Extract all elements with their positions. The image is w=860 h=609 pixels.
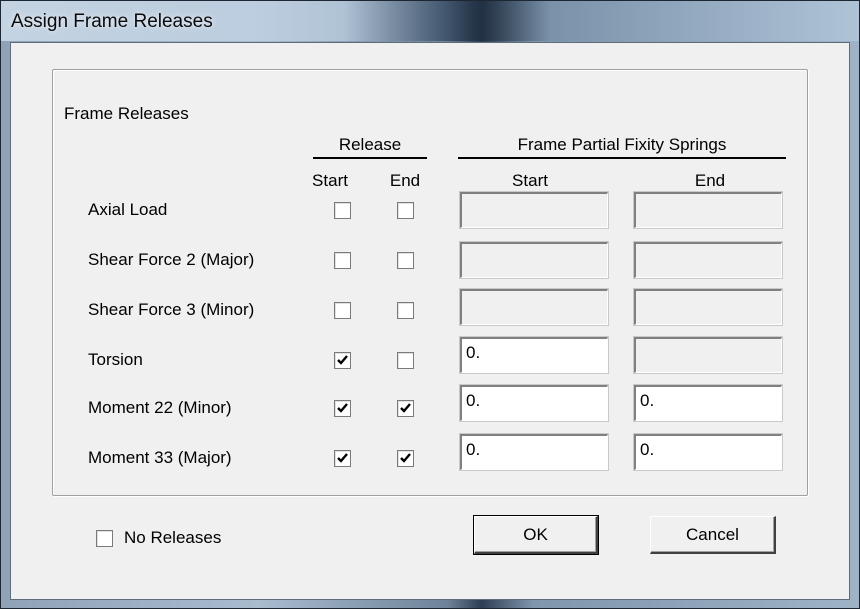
spring-start-field	[459, 191, 609, 229]
release-header-underline	[313, 157, 427, 159]
check-icon	[337, 355, 348, 365]
check-icon	[400, 453, 411, 463]
release-start-checkbox[interactable]	[334, 400, 351, 417]
release-start-checkbox[interactable]	[334, 352, 351, 369]
release-start-header: Start	[312, 171, 348, 190]
springs-header: Frame Partial Fixity Springs	[517, 135, 727, 154]
release-start-checkbox[interactable]	[334, 252, 351, 269]
release-end-checkbox[interactable]	[397, 202, 414, 219]
release-header: Release	[338, 135, 402, 154]
springs-header-underline	[458, 157, 786, 159]
row-label: Axial Load	[88, 200, 168, 219]
cancel-button[interactable]: Cancel	[650, 516, 776, 554]
frame-releases-group-title: Frame Releases	[63, 104, 191, 124]
check-icon	[337, 453, 348, 463]
release-end-header: End	[389, 171, 421, 190]
window-title: Assign Frame Releases	[11, 11, 213, 32]
spring-end-field	[633, 288, 783, 326]
springs-start-header: Start	[512, 171, 548, 190]
row-label: Torsion	[88, 350, 143, 369]
ok-button-label: OK	[523, 524, 548, 544]
spring-end-field	[633, 241, 783, 279]
title-bar[interactable]: Assign Frame Releases	[1, 1, 859, 41]
release-start-checkbox[interactable]	[334, 202, 351, 219]
spring-end-field	[633, 191, 783, 229]
spring-start-field	[459, 288, 609, 326]
no-releases-checkbox[interactable]	[96, 530, 113, 547]
release-start-checkbox[interactable]	[334, 302, 351, 319]
spring-start-field[interactable]: 0.	[459, 433, 609, 471]
release-end-checkbox[interactable]	[397, 450, 414, 467]
row-label: Moment 33 (Major)	[88, 448, 232, 467]
check-icon	[400, 403, 411, 413]
row-label: Moment 22 (Minor)	[88, 398, 232, 417]
row-label: Shear Force 2 (Major)	[88, 250, 255, 269]
release-end-checkbox[interactable]	[397, 400, 414, 417]
spring-start-field[interactable]: 0.	[459, 384, 609, 422]
spring-end-field[interactable]: 0.	[633, 433, 783, 471]
spring-end-field[interactable]: 0.	[633, 384, 783, 422]
springs-end-header: End	[694, 171, 726, 190]
spring-end-field	[633, 336, 783, 374]
spring-start-field	[459, 241, 609, 279]
release-end-checkbox[interactable]	[397, 352, 414, 369]
cancel-button-label: Cancel	[686, 524, 739, 544]
release-end-checkbox[interactable]	[397, 302, 414, 319]
release-end-checkbox[interactable]	[397, 252, 414, 269]
no-releases-label: No Releases	[124, 528, 222, 547]
spring-start-field[interactable]: 0.	[459, 336, 609, 374]
release-start-checkbox[interactable]	[334, 450, 351, 467]
row-label: Shear Force 3 (Minor)	[88, 300, 255, 319]
check-icon	[337, 403, 348, 413]
ok-button[interactable]: OK	[473, 515, 599, 555]
frame-releases-groupbox	[52, 69, 808, 496]
